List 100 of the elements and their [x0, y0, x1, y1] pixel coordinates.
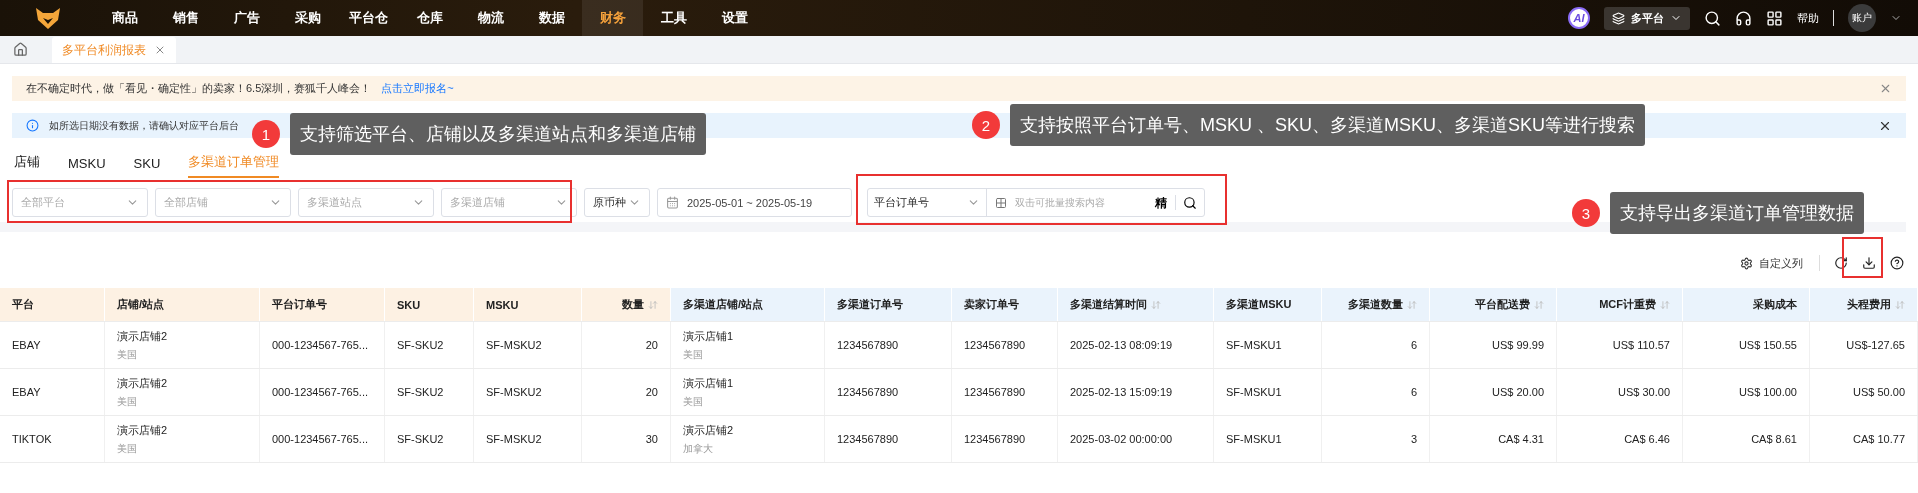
site-text: 美国	[683, 394, 703, 409]
column-header[interactable]: MSKU	[474, 288, 582, 321]
table-cell: 演示店铺2	[683, 422, 734, 438]
table-cell: 2025-02-13 15:09:19	[1070, 386, 1173, 398]
signup-link[interactable]: 点击立即报名~	[381, 81, 454, 96]
layers-icon	[1612, 11, 1625, 25]
custom-columns-button[interactable]: 自定义列	[1738, 253, 1805, 273]
site-text: 美国	[683, 347, 703, 362]
site-text: 美国	[117, 347, 137, 362]
column-header[interactable]: 多渠道结算时间	[1058, 288, 1214, 321]
table-cell: EBAY	[12, 386, 41, 398]
account-avatar[interactable]: 账户	[1848, 4, 1876, 32]
column-header[interactable]: 数量	[582, 288, 671, 321]
search-icon[interactable]	[1704, 9, 1721, 27]
nav-item[interactable]: 设置	[704, 0, 765, 36]
site-text: 美国	[117, 394, 137, 409]
table-cell: TIKTOK	[12, 433, 52, 445]
table-cell: CA$ 4.31	[1498, 433, 1544, 445]
table-cell: SF-MSKU1	[1226, 386, 1282, 398]
settings-icon	[1740, 256, 1753, 270]
headset-icon[interactable]	[1735, 9, 1752, 27]
refresh-icon[interactable]	[1834, 256, 1848, 270]
column-header[interactable]: 平台配送费	[1430, 288, 1557, 321]
nav-item[interactable]: 工具	[643, 0, 704, 36]
table-cell: US$ 100.00	[1738, 386, 1797, 398]
table-cell: US$ 99.99	[1492, 339, 1544, 351]
info-icon	[26, 119, 39, 132]
table-cell: US$ 30.00	[1618, 386, 1670, 398]
table-cell: 6	[1410, 386, 1417, 398]
table-cell: CA$ 10.77	[1853, 433, 1905, 445]
table-cell: SF-SKU2	[397, 433, 444, 445]
nav-item[interactable]: 销售	[155, 0, 216, 36]
nav-item[interactable]: 物流	[460, 0, 521, 36]
table-cell: 30	[645, 433, 658, 445]
table-cell: EBAY	[12, 339, 41, 351]
table-cell: 演示店铺1	[683, 375, 734, 391]
table-cell: SF-SKU2	[397, 339, 444, 351]
table-cell: 1234567890	[964, 339, 1026, 351]
column-header[interactable]: 店铺/站点	[105, 288, 260, 321]
table-cell: 20	[645, 339, 658, 351]
column-header[interactable]: 多渠道店铺/站点	[671, 288, 825, 321]
site-text: 加拿大	[683, 441, 713, 456]
table-cell: SF-MSKU2	[486, 339, 542, 351]
column-header[interactable]: 多渠道订单号	[825, 288, 952, 321]
table-cell: SF-MSKU2	[486, 386, 542, 398]
column-header[interactable]: 平台订单号	[260, 288, 385, 321]
table-cell: 2025-03-02 00:00:00	[1070, 433, 1173, 445]
column-header[interactable]: 多渠道MSKU	[1214, 288, 1322, 321]
column-header[interactable]: 采购成本	[1683, 288, 1810, 321]
nav-item[interactable]: 平台仓	[338, 0, 399, 36]
table-cell: US$ 110.57	[1612, 339, 1670, 351]
site-text: 美国	[117, 441, 137, 456]
column-header[interactable]: SKU	[385, 288, 474, 321]
table-cell: 1234567890	[837, 433, 899, 445]
date-range-field[interactable]: 2025-05-01 ~ 2025-05-19	[657, 188, 852, 217]
ai-badge[interactable]: AI	[1568, 7, 1590, 29]
table-cell: 000-1234567-765...	[272, 386, 369, 398]
table-cell: 1234567890	[964, 386, 1026, 398]
table-cell: 6	[1410, 339, 1417, 351]
table-cell: 1234567890	[837, 339, 899, 351]
sub-tab[interactable]: 店铺	[14, 153, 40, 178]
help-link[interactable]: 帮助	[1797, 10, 1819, 26]
column-header[interactable]: 卖家订单号	[952, 288, 1058, 321]
nav-item[interactable]: 仓库	[399, 0, 460, 36]
table-cell: US$-127.65	[1846, 339, 1905, 351]
sub-tab[interactable]: MSKU	[68, 156, 106, 178]
table-cell: 1234567890	[837, 386, 899, 398]
table-cell: SF-MSKU1	[1226, 339, 1282, 351]
callout-tooltip: 支持导出多渠道订单管理数据	[1610, 192, 1864, 234]
nav-item[interactable]: 广告	[216, 0, 277, 36]
callout-tooltip: 支持筛选平台、店铺以及多渠道站点和多渠道店铺	[290, 113, 706, 155]
table-cell: 2025-02-13 08:09:19	[1070, 339, 1173, 351]
column-header[interactable]: 多渠道数量	[1322, 288, 1430, 321]
nav-item[interactable]: 采购	[277, 0, 338, 36]
platform-dropdown[interactable]: 多平台	[1604, 6, 1690, 30]
table-cell: 3	[1410, 433, 1417, 445]
table-cell: SF-SKU2	[397, 386, 444, 398]
table-cell: 演示店铺2	[117, 375, 168, 391]
column-header[interactable]: 头程费用	[1810, 288, 1918, 321]
sub-tab[interactable]: SKU	[133, 156, 161, 178]
calendar-icon	[666, 196, 679, 209]
nav-item[interactable]: 数据	[521, 0, 582, 36]
apps-icon[interactable]	[1766, 9, 1783, 27]
table-cell: CA$ 8.61	[1751, 433, 1797, 445]
table-cell: 演示店铺1	[683, 328, 734, 344]
table-cell: 000-1234567-765...	[272, 433, 369, 445]
nav-item[interactable]: 财务	[582, 0, 643, 36]
table-cell: 000-1234567-765...	[272, 339, 369, 351]
table-cell: SF-MSKU1	[1226, 433, 1282, 445]
column-header[interactable]: MCF计重费	[1557, 288, 1683, 321]
home-icon	[12, 41, 28, 57]
help-icon[interactable]	[1890, 256, 1904, 270]
table-cell: CA$ 6.46	[1624, 433, 1670, 445]
nav-item[interactable]: 商品	[94, 0, 155, 36]
download-icon[interactable]	[1862, 256, 1876, 270]
step-number: 1	[252, 120, 280, 148]
filter-select[interactable]: 原币种	[584, 188, 650, 217]
column-header[interactable]: 平台	[0, 288, 105, 321]
table-cell: 1234567890	[964, 433, 1026, 445]
step-number: 3	[1572, 199, 1600, 227]
